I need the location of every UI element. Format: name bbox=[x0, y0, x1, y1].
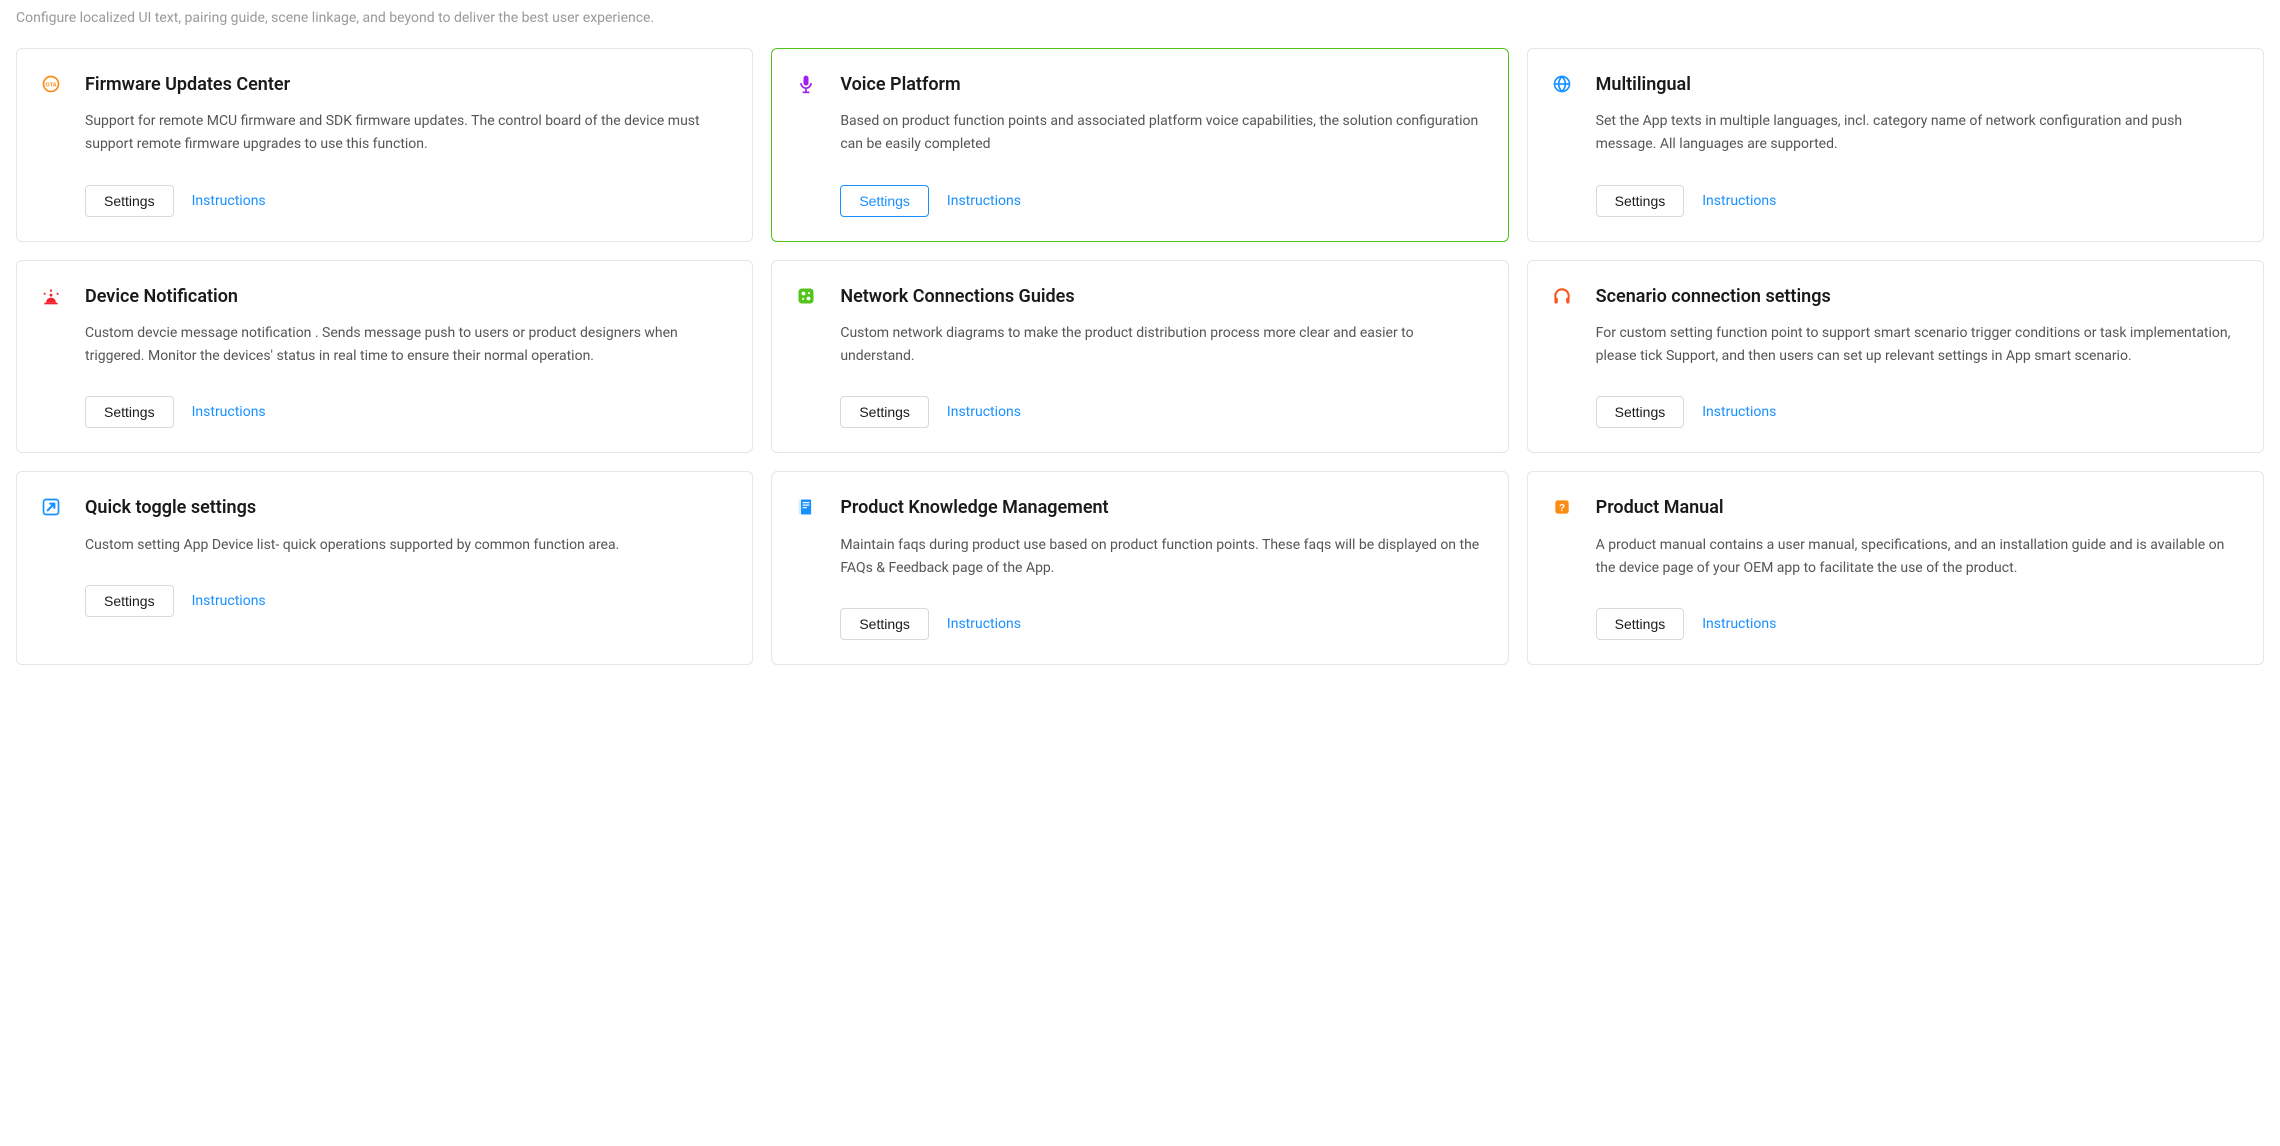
svg-text:?: ? bbox=[1559, 503, 1565, 514]
card-quick-toggle-settings: Quick toggle settings Custom setting App… bbox=[16, 471, 753, 665]
card-scenario-connection-settings: Scenario connection settings For custom … bbox=[1527, 260, 2264, 454]
instructions-link[interactable]: Instructions bbox=[192, 593, 266, 609]
settings-button[interactable]: Settings bbox=[85, 185, 174, 217]
instructions-link[interactable]: Instructions bbox=[947, 404, 1021, 420]
card-multilingual: Multilingual Set the App texts in multip… bbox=[1527, 48, 2264, 242]
card-head: ? Product Manual A product manual contai… bbox=[1552, 496, 2235, 640]
microphone-icon bbox=[796, 74, 816, 94]
card-description: Custom devcie message notification . Sen… bbox=[85, 322, 724, 368]
ota-icon: OTA bbox=[41, 74, 61, 94]
card-body: Network Connections Guides Custom networ… bbox=[840, 285, 1479, 429]
settings-button[interactable]: Settings bbox=[840, 396, 929, 428]
card-product-manual: ? Product Manual A product manual contai… bbox=[1527, 471, 2264, 665]
card-head: Voice Platform Based on product function… bbox=[796, 73, 1479, 217]
settings-button[interactable]: Settings bbox=[1596, 396, 1685, 428]
card-actions: Settings Instructions bbox=[85, 396, 724, 428]
card-head: Product Knowledge Management Maintain fa… bbox=[796, 496, 1479, 640]
card-body: Multilingual Set the App texts in multip… bbox=[1596, 73, 2235, 217]
card-description: Set the App texts in multiple languages,… bbox=[1596, 110, 2235, 156]
card-actions: Settings Instructions bbox=[1596, 608, 2235, 640]
card-actions: Settings Instructions bbox=[85, 585, 724, 617]
card-title: Firmware Updates Center bbox=[85, 73, 724, 96]
card-title: Device Notification bbox=[85, 285, 724, 308]
settings-button[interactable]: Settings bbox=[840, 608, 929, 640]
card-actions: Settings Instructions bbox=[85, 185, 724, 217]
card-actions: Settings Instructions bbox=[840, 396, 1479, 428]
instructions-link[interactable]: Instructions bbox=[192, 193, 266, 209]
card-head: Network Connections Guides Custom networ… bbox=[796, 285, 1479, 429]
instructions-link[interactable]: Instructions bbox=[947, 616, 1021, 632]
alarm-icon bbox=[41, 286, 61, 306]
instructions-link[interactable]: Instructions bbox=[1702, 404, 1776, 420]
card-product-knowledge-management: Product Knowledge Management Maintain fa… bbox=[771, 471, 1508, 665]
card-head: Quick toggle settings Custom setting App… bbox=[41, 496, 724, 616]
instructions-link[interactable]: Instructions bbox=[192, 404, 266, 420]
card-title: Voice Platform bbox=[840, 73, 1479, 96]
card-actions: Settings Instructions bbox=[840, 608, 1479, 640]
instructions-link[interactable]: Instructions bbox=[1702, 616, 1776, 632]
card-head: Multilingual Set the App texts in multip… bbox=[1552, 73, 2235, 217]
card-body: Product Knowledge Management Maintain fa… bbox=[840, 496, 1479, 640]
settings-button[interactable]: Settings bbox=[1596, 608, 1685, 640]
settings-button[interactable]: Settings bbox=[1596, 185, 1685, 217]
card-body: Scenario connection settings For custom … bbox=[1596, 285, 2235, 429]
card-voice-platform: Voice Platform Based on product function… bbox=[771, 48, 1508, 242]
card-title: Network Connections Guides bbox=[840, 285, 1479, 308]
book-icon bbox=[796, 497, 816, 517]
card-actions: Settings Instructions bbox=[1596, 396, 2235, 428]
card-title: Product Knowledge Management bbox=[840, 496, 1479, 519]
settings-button[interactable]: Settings bbox=[85, 585, 174, 617]
card-device-notification: Device Notification Custom devcie messag… bbox=[16, 260, 753, 454]
card-actions: Settings Instructions bbox=[1596, 185, 2235, 217]
svg-text:OTA: OTA bbox=[45, 83, 56, 89]
instructions-link[interactable]: Instructions bbox=[1702, 193, 1776, 209]
card-description: A product manual contains a user manual,… bbox=[1596, 534, 2235, 580]
card-title: Quick toggle settings bbox=[85, 496, 724, 519]
card-title: Product Manual bbox=[1596, 496, 2235, 519]
instructions-link[interactable]: Instructions bbox=[947, 193, 1021, 209]
card-description: Based on product function points and ass… bbox=[840, 110, 1479, 156]
card-description: Custom network diagrams to make the prod… bbox=[840, 322, 1479, 368]
card-head: OTA Firmware Updates Center Support for … bbox=[41, 73, 724, 217]
manual-icon: ? bbox=[1552, 497, 1572, 517]
card-body: Firmware Updates Center Support for remo… bbox=[85, 73, 724, 217]
toggle-arrow-icon bbox=[41, 497, 61, 517]
card-body: Voice Platform Based on product function… bbox=[840, 73, 1479, 217]
card-network-connections-guides: Network Connections Guides Custom networ… bbox=[771, 260, 1508, 454]
network-icon bbox=[796, 286, 816, 306]
page-subtitle: Configure localized UI text, pairing gui… bbox=[16, 10, 2264, 26]
card-actions: Settings Instructions bbox=[840, 185, 1479, 217]
card-firmware-updates-center: OTA Firmware Updates Center Support for … bbox=[16, 48, 753, 242]
card-description: For custom setting function point to sup… bbox=[1596, 322, 2235, 368]
card-head: Scenario connection settings For custom … bbox=[1552, 285, 2235, 429]
card-description: Support for remote MCU firmware and SDK … bbox=[85, 110, 724, 156]
globe-icon bbox=[1552, 74, 1572, 94]
card-title: Scenario connection settings bbox=[1596, 285, 2235, 308]
card-body: Device Notification Custom devcie messag… bbox=[85, 285, 724, 429]
card-body: Quick toggle settings Custom setting App… bbox=[85, 496, 724, 616]
settings-button[interactable]: Settings bbox=[840, 185, 929, 217]
card-title: Multilingual bbox=[1596, 73, 2235, 96]
card-description: Maintain faqs during product use based o… bbox=[840, 534, 1479, 580]
card-body: Product Manual A product manual contains… bbox=[1596, 496, 2235, 640]
card-grid: OTA Firmware Updates Center Support for … bbox=[16, 48, 2264, 665]
card-description: Custom setting App Device list- quick op… bbox=[85, 534, 724, 557]
card-head: Device Notification Custom devcie messag… bbox=[41, 285, 724, 429]
page-root: Configure localized UI text, pairing gui… bbox=[0, 0, 2280, 665]
headphones-icon bbox=[1552, 286, 1572, 306]
settings-button[interactable]: Settings bbox=[85, 396, 174, 428]
